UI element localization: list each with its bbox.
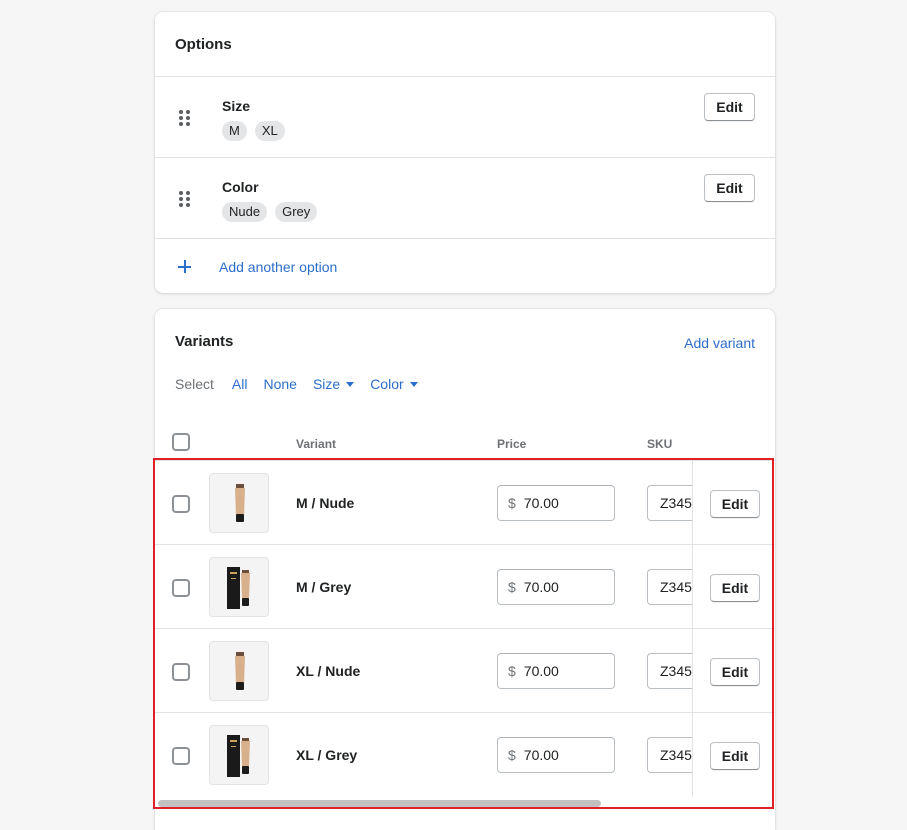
variant-row: M / Grey $70.00 Z345 Edit [155,544,775,629]
column-header-sku: SKU [647,437,673,451]
row-actions: Edit [692,545,775,629]
price-input[interactable]: $70.00 [497,737,615,773]
option-value-chip: Nude [222,202,268,222]
variant-checkbox[interactable] [172,663,190,681]
select-all-link[interactable]: All [232,376,248,392]
price-input[interactable]: $70.00 [497,653,615,689]
variant-checkbox[interactable] [172,579,190,597]
edit-variant-button[interactable]: Edit [710,658,760,686]
option-value-chip: M [222,121,247,141]
horizontal-scrollbar[interactable] [158,800,601,807]
options-title: Options [175,36,232,53]
variant-thumbnail[interactable] [209,557,269,617]
variant-thumbnail[interactable] [209,725,269,785]
option-row-size: Size M XL Edit [155,76,775,157]
edit-variant-button[interactable]: Edit [710,742,760,770]
options-card: Options Size M XL Edit Color Nude Grey E… [155,12,775,293]
option-value-chip: XL [254,121,285,141]
variant-thumbnail[interactable] [209,641,269,701]
currency-symbol: $ [508,663,516,679]
variant-row: XL / Nude $70.00 Z345 Edit [155,628,775,713]
caret-down-icon [346,381,355,387]
select-bar: Select All None Size Color [175,376,434,392]
variant-thumbnail[interactable] [209,473,269,533]
row-actions: Edit [692,461,775,545]
product-image [227,567,250,609]
option-value-chip: Grey [275,202,318,222]
select-label: Select [175,376,214,392]
edit-option-button[interactable]: Edit [704,93,755,121]
variant-checkbox[interactable] [172,747,190,765]
row-actions: Edit [692,629,775,713]
variant-row: XL / Grey $70.00 Z345 Edit [155,712,775,797]
edit-option-button[interactable]: Edit [704,174,755,202]
currency-symbol: $ [508,495,516,511]
column-header-variant: Variant [296,437,337,451]
drag-handle-icon[interactable] [179,110,191,126]
product-image [227,735,250,777]
variant-row: M / Nude $70.00 Z345 Edit [155,460,775,545]
add-another-option-link[interactable]: Add another option [219,259,337,275]
option-name: Size [222,98,251,114]
variant-name: M / Nude [296,495,355,511]
edit-variant-button[interactable]: Edit [710,574,760,602]
column-header-price: Price [497,437,527,451]
select-size-label: Size [312,376,341,392]
select-color-label: Color [370,376,404,392]
variant-name: XL / Grey [296,747,358,763]
product-image [235,652,245,690]
option-values: Nude Grey [222,202,318,222]
currency-symbol: $ [508,747,516,763]
price-value: 70.00 [523,579,559,595]
price-input[interactable]: $70.00 [497,569,615,605]
select-size-dropdown[interactable]: Size [312,376,355,392]
add-variant-link[interactable]: Add variant [684,335,755,351]
drag-handle-icon[interactable] [179,191,191,207]
edit-variant-button[interactable]: Edit [710,490,760,518]
option-name: Color [222,179,259,195]
variant-name: M / Grey [296,579,352,595]
caret-down-icon [409,381,418,387]
option-values: M XL [222,121,285,141]
variants-card: Variants Add variant Select All None Siz… [155,309,775,830]
currency-symbol: $ [508,579,516,595]
price-input[interactable]: $70.00 [497,485,615,521]
option-row-color: Color Nude Grey Edit [155,157,775,238]
select-all-checkbox[interactable] [172,433,190,451]
row-actions: Edit [692,713,775,797]
add-option-row[interactable]: Add another option [155,238,775,293]
select-color-dropdown[interactable]: Color [370,376,418,392]
select-none-link[interactable]: None [263,376,296,392]
price-value: 70.00 [523,495,559,511]
plus-icon[interactable] [177,259,193,275]
product-image [235,484,245,522]
price-value: 70.00 [523,663,559,679]
price-value: 70.00 [523,747,559,763]
variant-name: XL / Nude [296,663,361,679]
variant-checkbox[interactable] [172,495,190,513]
variants-title: Variants [175,333,234,350]
